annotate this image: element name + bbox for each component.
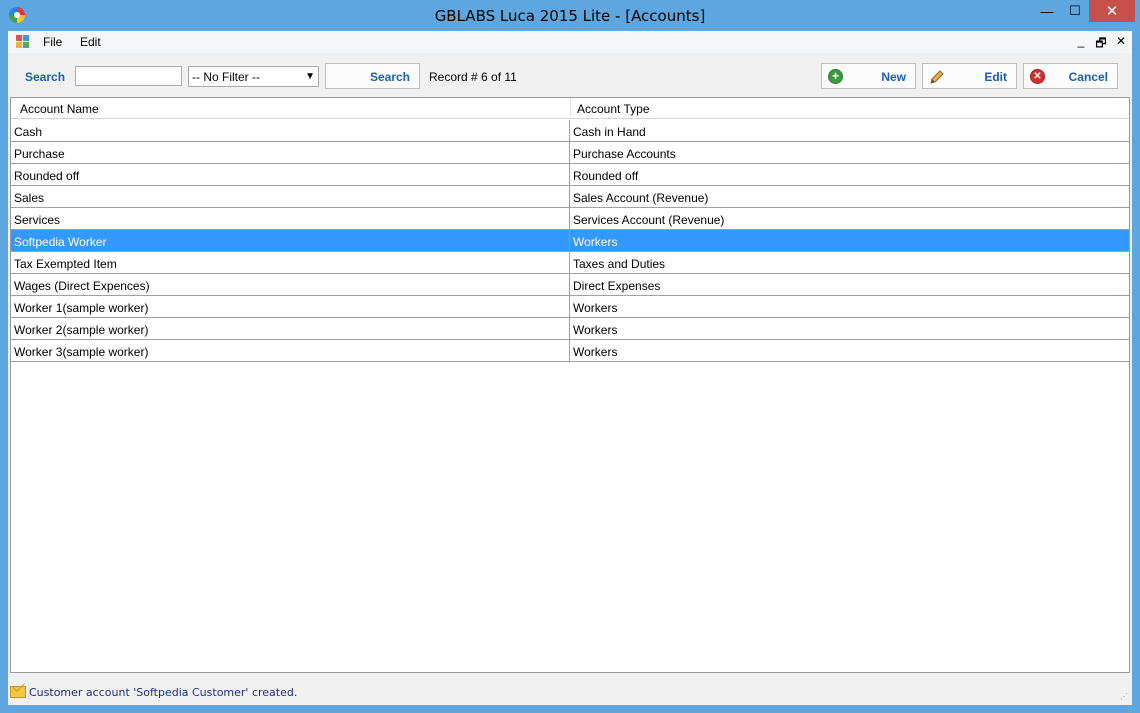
cell-account-name: Worker 3(sample worker) [14,345,149,359]
accounts-grid[interactable]: Account Name Account Type Cash Cash in Ha… [10,97,1130,673]
window-close-button[interactable]: ✕ [1089,0,1135,22]
cell-account-name: Cash [14,125,43,139]
table-row[interactable]: Sales Sales Account (Revenue) [11,186,1129,208]
column-divider [569,340,570,362]
table-row[interactable]: Worker 2(sample worker) Workers [11,318,1129,340]
window-maximize-button[interactable]: ☐ [1061,0,1089,22]
table-row[interactable]: Worker 1(sample worker) Workers [11,296,1129,318]
cell-account-name: Tax Exempted Item [14,257,117,271]
edit-button-label: Edit [984,70,1007,84]
filter-selected-value: -- No Filter -- [192,70,260,84]
grid-header: Account Name Account Type [11,98,1129,119]
status-bar: Customer account 'Softpedia Customer' cr… [8,681,1132,705]
edit-button[interactable]: Edit [922,63,1017,89]
cell-account-name: Rounded off [14,169,80,183]
cell-account-name: Worker 1(sample worker) [14,301,149,315]
table-row[interactable]: Cash Cash in Hand [11,120,1129,142]
cell-account-type: Services Account (Revenue) [573,213,725,227]
table-row[interactable]: Wages (Direct Expences) Direct Expenses [11,274,1129,296]
client-area: File Edit _ 🗗 ✕ Search -- No Filter -- ▼… [8,31,1132,705]
column-divider [569,186,570,208]
toolbar: Search -- No Filter -- ▼ Search Record #… [8,53,1132,97]
column-divider [569,252,570,274]
table-row[interactable]: Softpedia Worker Workers [11,230,1129,252]
table-row[interactable]: Purchase Purchase Accounts [11,142,1129,164]
column-divider [569,208,570,230]
search-label: Search [25,70,66,84]
cell-account-type: Workers [573,301,618,315]
menu-bar: File Edit _ 🗗 ✕ [8,31,1132,53]
cell-account-type: Rounded off [573,169,639,183]
cell-account-type: Purchase Accounts [573,147,676,161]
cell-account-type: Cash in Hand [573,125,646,139]
filter-dropdown[interactable]: -- No Filter -- ▼ [188,66,319,87]
cell-account-name: Wages (Direct Expences) [14,279,150,293]
envelope-icon [10,686,26,698]
window-title: GBLABS Luca 2015 Lite - [Accounts] [434,7,706,25]
cell-account-name: Purchase [14,147,65,161]
column-divider [569,120,570,142]
table-row[interactable]: Worker 3(sample worker) Workers [11,340,1129,362]
resize-grip-icon[interactable]: ⋰ [1120,692,1130,702]
cell-account-type: Workers [573,235,618,249]
cancel-button-label: Cancel [1068,70,1108,84]
cell-account-type: Sales Account (Revenue) [573,191,709,205]
column-divider [569,164,570,186]
cell-account-name: Softpedia Worker [14,235,107,249]
column-divider [569,230,570,252]
table-row[interactable]: Services Services Account (Revenue) [11,208,1129,230]
status-message: Customer account 'Softpedia Customer' cr… [29,686,298,699]
app-window: GBLABS Luca 2015 Lite - [Accounts] — ☐ ✕… [0,0,1140,713]
table-row[interactable]: Tax Exempted Item Taxes and Duties [11,252,1129,274]
header-divider [570,98,571,119]
cell-account-type: Workers [573,345,618,359]
chevron-down-icon: ▼ [305,71,315,82]
mdi-minimize-button[interactable]: _ [1073,34,1089,48]
column-divider [569,318,570,340]
plus-icon: + [828,69,843,84]
mdi-child-icon[interactable] [16,35,30,49]
cancel-x-icon: ✕ [1030,69,1045,84]
table-row[interactable]: Rounded off Rounded off [11,164,1129,186]
menu-file[interactable]: File [43,35,62,49]
column-divider [569,142,570,164]
search-button-label: Search [369,70,410,84]
mdi-restore-button[interactable]: 🗗 [1093,34,1109,55]
cell-account-name: Services [14,213,61,227]
column-header-account-type[interactable]: Account Type [577,102,650,116]
cell-account-type: Workers [573,323,618,337]
cell-account-name: Sales [14,191,45,205]
column-divider [569,274,570,296]
search-button[interactable]: Search [325,63,420,89]
cell-account-name: Worker 2(sample worker) [14,323,149,337]
cell-account-type: Direct Expenses [573,279,661,293]
window-minimize-button[interactable]: — [1033,0,1061,22]
search-input[interactable] [75,66,182,86]
cancel-button[interactable]: ✕ Cancel [1023,63,1118,89]
title-bar[interactable]: GBLABS Luca 2015 Lite - [Accounts] — ☐ ✕ [0,0,1140,31]
menu-edit[interactable]: Edit [80,35,101,49]
mdi-close-button[interactable]: ✕ [1113,34,1129,48]
pencil-icon [929,69,944,84]
column-divider [569,296,570,318]
new-button[interactable]: + New [821,63,916,89]
column-header-account-name[interactable]: Account Name [20,102,99,116]
cell-account-type: Taxes and Duties [573,257,666,271]
record-counter: Record # 6 of 11 [429,70,517,84]
new-button-label: New [881,70,906,84]
